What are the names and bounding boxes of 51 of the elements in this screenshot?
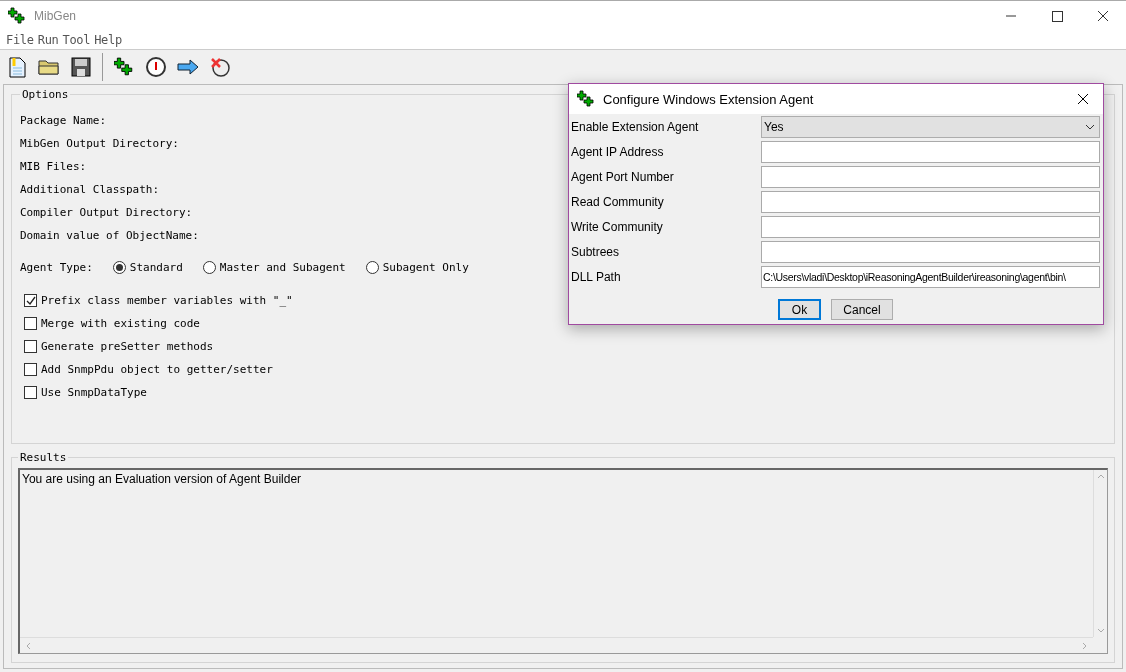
checkbox[interactable]: Add SnmpPdu object to getter/setter (20, 358, 273, 381)
field-label: Package Name: (20, 114, 107, 127)
menu-item[interactable]: Run (35, 31, 61, 49)
window-title: MibGen (34, 9, 78, 23)
check-icon (25, 295, 36, 306)
scroll-right-icon[interactable] (1082, 641, 1087, 650)
section-title: Options (21, 88, 70, 101)
checkbox[interactable]: Prefix class member variables with "_" (20, 289, 293, 312)
field-label: Subtrees (571, 244, 621, 259)
gauge-icon[interactable] (143, 54, 169, 80)
radio-button[interactable]: Master and Subagent (202, 260, 346, 274)
results-area[interactable]: You are using an Evaluation version of Agent Builder (18, 468, 1108, 654)
field-label: Agent IP Address (571, 144, 665, 159)
field-label: Compiler Output Directory: (20, 206, 193, 219)
scroll-down-icon[interactable] (1096, 628, 1105, 633)
scroll-up-icon[interactable] (1096, 474, 1105, 479)
checkbox[interactable]: Use SnmpDataType (20, 381, 147, 404)
field-label: Read Community (571, 194, 665, 209)
results-text: You are using an Evaluation version of Agent Builder (21, 471, 303, 488)
input-field[interactable] (761, 190, 1100, 213)
section-title: Results (19, 451, 68, 464)
field-label: Domain value of ObjectName: (20, 229, 199, 242)
input-field[interactable] (761, 215, 1100, 238)
field-label: Additional Classpath: (20, 183, 160, 196)
field-label: MIB Files: (20, 160, 87, 173)
menu-item[interactable]: Tool (60, 31, 93, 49)
save-icon[interactable] (68, 54, 94, 80)
ok-button[interactable]: Ok (778, 299, 821, 320)
dialog-icon (577, 90, 595, 108)
input-field[interactable] (761, 140, 1100, 163)
menu-item[interactable]: Help (92, 31, 124, 49)
agent-type-label: Agent Type: (20, 260, 93, 274)
dropdown[interactable]: Yes (761, 115, 1100, 138)
app-icon (8, 7, 26, 25)
field-label: Enable Extension Agent (571, 119, 700, 134)
checkbox[interactable]: Merge with existing code (20, 312, 200, 335)
scroll-left-icon[interactable] (26, 641, 31, 650)
dialog-title: Configure Windows Extension Agent (603, 91, 815, 107)
field-label: MibGen Output Directory: (20, 137, 179, 150)
radio-button[interactable]: Standard (112, 260, 183, 274)
menu-item[interactable]: File (4, 31, 36, 49)
radio-button[interactable]: Subagent Only (365, 260, 469, 274)
input-field[interactable] (761, 165, 1100, 188)
chevron-down-icon (1085, 123, 1095, 130)
field-label: DLL Path (571, 269, 622, 284)
cancel-button[interactable]: Cancel (831, 299, 893, 320)
input-field[interactable] (761, 240, 1100, 263)
field-label: Agent Port Number (571, 169, 675, 184)
input-field[interactable]: C:\Users\vladi\Desktop\iReasoningAgentBuilder\ireasoning\agent\bin\ (761, 265, 1100, 288)
field-label: Write Community (571, 219, 664, 234)
checkbox[interactable]: Generate preSetter methods (20, 335, 214, 358)
